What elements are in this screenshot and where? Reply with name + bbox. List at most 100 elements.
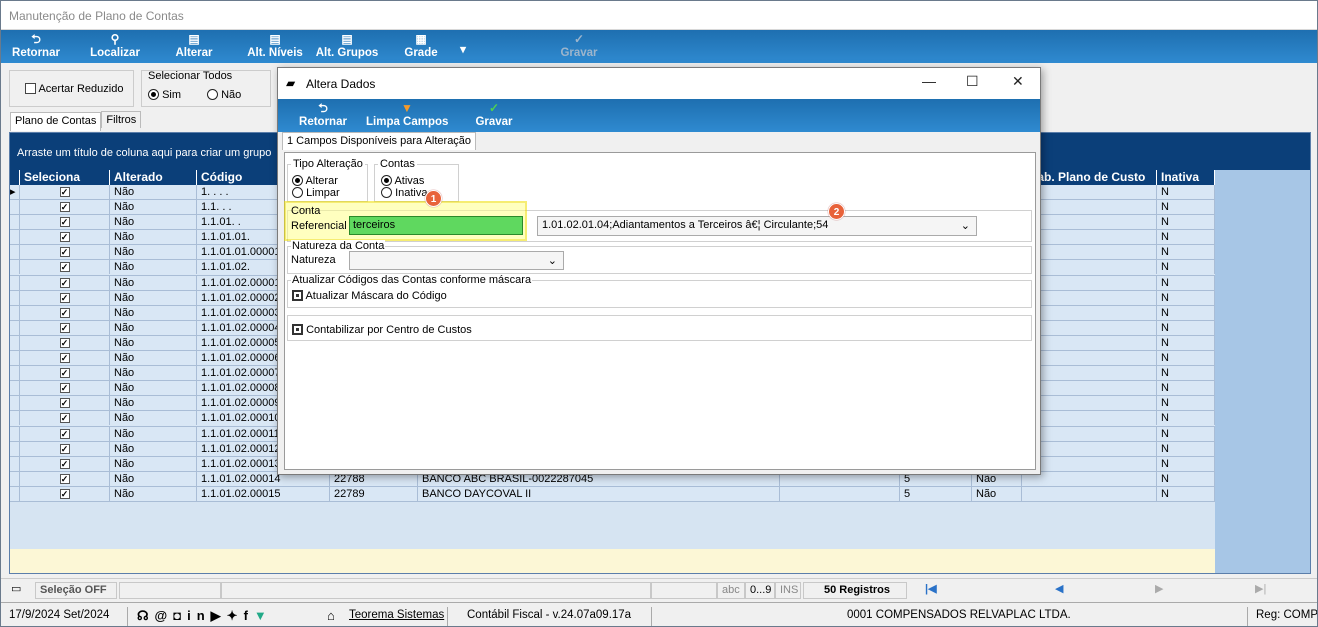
seleciona-checkbox[interactable]: ✓ [20,290,110,305]
checkmark-icon[interactable]: ✓ [59,307,70,318]
seleciona-checkbox[interactable]: ✓ [20,275,110,290]
linkedin-icon[interactable]: in [187,608,211,623]
seleciona-checkbox[interactable]: ✓ [20,260,110,275]
seleciona-checkbox[interactable]: ✓ [20,245,110,260]
table-cell[interactable]: Não [110,486,197,501]
table-cell[interactable] [1022,245,1157,260]
filter-icon[interactable]: ▼ [254,608,273,623]
table-cell[interactable]: Não [110,290,197,305]
table-cell[interactable] [1022,426,1157,441]
teorema-link[interactable]: Teorema Sistemas [349,607,444,625]
checkmark-icon[interactable]: ✓ [59,262,70,273]
twitter-icon[interactable]: ✦ [227,608,244,623]
table-cell[interactable] [1022,456,1157,471]
table-cell[interactable] [1022,260,1157,275]
checkmark-icon[interactable]: ✓ [59,217,70,228]
checkmark-icon[interactable]: ✓ [59,353,70,364]
instagram-icon[interactable]: ◘ [173,608,187,623]
row-selector[interactable] [10,411,20,426]
minimize-icon[interactable]: — [922,73,936,89]
table-cell[interactable] [1022,366,1157,381]
atualizar-mascara-checkbox[interactable]: Atualizar Máscara do Código [292,290,447,302]
table-cell[interactable]: 22789 [330,486,418,501]
table-cell[interactable] [1022,351,1157,366]
referencial-combo[interactable]: 1.01.02.01.04;Adiantamentos a Terceiros … [537,216,977,236]
row-selector[interactable] [10,471,20,486]
table-cell[interactable]: N [1157,275,1215,290]
header-seleciona[interactable]: Seleciona [20,170,110,185]
table-cell[interactable]: 1.1.01.02.00015 [197,486,330,501]
table-cell[interactable]: N [1157,486,1215,501]
checkmark-icon[interactable]: ✓ [59,413,70,424]
social-icons[interactable]: ☊@◘in▶✦f▼ [137,607,273,625]
next-record-icon[interactable]: ▶ [1151,582,1171,599]
table-cell[interactable] [1022,411,1157,426]
checkmark-icon[interactable]: ✓ [59,247,70,258]
close-icon[interactable]: ✕ [1012,73,1024,90]
table-cell[interactable]: Não [110,441,197,456]
checkmark-icon[interactable]: ✓ [59,322,70,333]
alt-grupos-button[interactable]: ▤ Alt. Grupos [315,32,379,59]
table-cell[interactable] [1022,305,1157,320]
checkmark-icon[interactable]: ✓ [59,398,70,409]
tab-filtros[interactable]: Filtros [101,111,142,128]
header-inativa[interactable]: Inativa [1157,170,1215,185]
checkmark-icon[interactable]: ✓ [59,337,70,348]
table-cell[interactable]: N [1157,320,1215,335]
table-cell[interactable] [1022,471,1157,486]
facebook-icon[interactable]: f [244,608,254,623]
table-cell[interactable] [1022,441,1157,456]
table-cell[interactable]: Não [110,351,197,366]
seleciona-checkbox[interactable]: ✓ [20,426,110,441]
checkmark-icon[interactable]: ✓ [59,383,70,394]
table-cell[interactable]: Não [110,335,197,350]
table-cell[interactable]: BANCO DAYCOVAL II [418,486,780,501]
checkmark-icon[interactable]: ✓ [59,277,70,288]
table-cell[interactable] [1022,185,1157,199]
inativas-radio[interactable]: Inativa [381,187,427,199]
table-cell[interactable] [1022,486,1157,501]
at-icon[interactable]: @ [155,608,174,623]
table-cell[interactable]: N [1157,230,1215,245]
table-cell[interactable]: Não [110,396,197,411]
table-cell[interactable] [780,486,900,501]
alt-niveis-button[interactable]: ▤ Alt. Níveis [245,32,305,59]
tab-plano-de-contas[interactable]: Plano de Contas [10,112,102,131]
alterar-radio[interactable]: Alterar [292,175,338,187]
table-cell[interactable]: N [1157,305,1215,320]
grade-dropdown-icon[interactable]: ▾ [457,42,469,56]
limpa-campos-button[interactable]: ▼ Limpa Campos [366,101,448,128]
row-selector[interactable] [10,351,20,366]
first-record-icon[interactable]: |◀ [921,582,961,599]
seleciona-checkbox[interactable]: ✓ [20,305,110,320]
natureza-select[interactable]: ⌄ [349,251,564,270]
maximize-icon[interactable]: ☐ [966,73,979,90]
last-record-icon[interactable]: ▶| [1251,582,1281,599]
checkmark-icon[interactable]: ✓ [59,488,70,499]
checkmark-icon[interactable]: ✓ [59,443,70,454]
sim-radio[interactable]: Sim [148,89,181,101]
acertar-reduzido-checkbox[interactable]: Acertar Reduzido [25,83,123,95]
youtube-icon[interactable]: ▶ [211,608,227,623]
row-selector[interactable] [10,456,20,471]
table-cell[interactable]: N [1157,185,1215,199]
table-cell[interactable]: N [1157,290,1215,305]
header-alterado[interactable]: Alterado [110,170,197,185]
contabilizar-centro-custos-checkbox[interactable]: Contabilizar por Centro de Custos [292,324,472,336]
seleciona-checkbox[interactable]: ✓ [20,396,110,411]
table-cell[interactable]: N [1157,396,1215,411]
row-selector[interactable] [10,305,20,320]
table-cell[interactable]: N [1157,441,1215,456]
table-cell[interactable]: N [1157,366,1215,381]
table-cell[interactable]: Não [110,381,197,396]
checkmark-icon[interactable]: ✓ [59,368,70,379]
seleciona-checkbox[interactable]: ✓ [20,411,110,426]
table-cell[interactable]: Não [110,245,197,260]
grade-button[interactable]: ▦ Grade [401,32,441,59]
table-cell[interactable] [1022,381,1157,396]
seleciona-checkbox[interactable]: ✓ [20,335,110,350]
checkmark-icon[interactable]: ✓ [59,232,70,243]
table-cell[interactable]: Não [110,320,197,335]
table-cell[interactable]: N [1157,335,1215,350]
seleciona-checkbox[interactable]: ✓ [20,200,110,215]
